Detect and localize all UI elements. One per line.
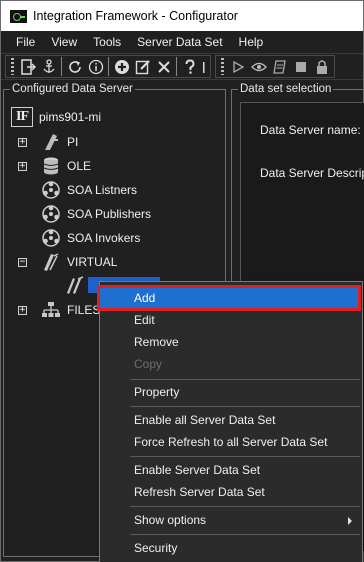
virtual-child-icon [64, 274, 86, 296]
soa-invoker-icon [40, 227, 62, 249]
menu-item-add[interactable]: Add [97, 285, 361, 311]
toolbar-overflow-icon[interactable] [201, 57, 207, 76]
submenu-arrow-icon [348, 517, 352, 525]
menu-item-enable-all-server-data-set[interactable]: Enable all Server Data Set [100, 409, 362, 431]
edit-icon[interactable] [133, 57, 152, 76]
app-window: Integration Framework - Configurator Fil… [0, 0, 364, 562]
tree-item-label: SOA Invokers [67, 231, 141, 245]
tree-item-virtual[interactable]: VIRTUAL [40, 251, 117, 273]
menu-tools[interactable]: Tools [85, 35, 129, 49]
menu-item-label: Enable all Server Data Set [134, 413, 276, 427]
tree-item-soa-invokers[interactable]: SOA Invokers [40, 227, 140, 249]
toolbar-grip[interactable] [221, 58, 224, 75]
menu-bar: File View Tools Server Data Set Help [1, 31, 363, 53]
tree-item-label: SOA Listners [67, 183, 138, 197]
menu-item-refresh-server-data-set[interactable]: Refresh Server Data Set [100, 481, 362, 503]
tree-item-label: VIRTUAL [67, 255, 118, 269]
tree-item-ole[interactable]: OLE [40, 155, 91, 177]
menu-item-enable-server-data-set[interactable]: Enable Server Data Set [100, 459, 362, 481]
menu-help[interactable]: Help [231, 35, 272, 49]
panel-title: Configured Data Server [10, 83, 135, 96]
menu-item-label: Security [134, 541, 178, 555]
menu-separator [130, 406, 360, 407]
tree-root[interactable]: IF pims901-mi [11, 106, 101, 128]
soa-publisher-icon [40, 203, 62, 225]
menu-item-property[interactable]: Property [100, 381, 362, 403]
virtual-icon [40, 251, 62, 273]
toolbar-separator [108, 57, 109, 76]
toolbar [1, 53, 363, 80]
delete-icon[interactable] [154, 57, 173, 76]
menu-view[interactable]: View [43, 35, 85, 49]
data-server-description-label: Data Server Descript [260, 166, 364, 180]
database-icon [40, 155, 62, 177]
app-icon [10, 9, 27, 23]
menu-item-copy[interactable]: Copy [100, 353, 362, 375]
menu-item-label: Show options [134, 513, 207, 527]
stop-icon[interactable] [291, 57, 310, 76]
tree-item-pi[interactable]: PI [40, 131, 78, 153]
menu-item-label: Enable Server Data Set [134, 463, 261, 477]
tree-root-label: pims901-mi [39, 110, 102, 124]
window-title: Integration Framework - Configurator [33, 9, 238, 23]
script-icon[interactable] [270, 57, 289, 76]
toolbar-group-run [215, 55, 335, 78]
expand-filesystem-toggle[interactable]: + [18, 306, 27, 315]
menu-file[interactable]: File [1, 35, 43, 49]
eye-icon[interactable] [249, 57, 268, 76]
pi-icon [40, 131, 62, 153]
add-icon[interactable] [112, 57, 131, 76]
filesystem-icon [40, 299, 62, 321]
menu-item-label: Property [134, 385, 180, 399]
menu-item-label: Refresh Server Data Set [134, 485, 265, 499]
toolbar-group-main [5, 55, 211, 78]
menu-item-label: Edit [134, 313, 155, 327]
tree-item-label: SOA Publishers [67, 207, 152, 221]
menu-separator [130, 456, 360, 457]
soa-listner-icon [40, 179, 62, 201]
toolbar-separator [176, 57, 177, 76]
menu-server-data-set[interactable]: Server Data Set [129, 35, 230, 49]
expand-pi-toggle[interactable]: + [18, 138, 27, 147]
help-icon[interactable] [180, 57, 199, 76]
anchor-icon[interactable] [39, 57, 58, 76]
context-menu: Add Edit Remove Copy Property Enable all… [97, 281, 363, 562]
play-icon[interactable] [228, 57, 247, 76]
tree-item-label: OLE [67, 159, 92, 173]
data-server-name-label: Data Server name: [260, 123, 361, 137]
menu-separator [130, 379, 360, 380]
tree-item-label: PI [67, 135, 79, 149]
tree-item-soa-publishers[interactable]: SOA Publishers [40, 203, 151, 225]
menu-separator [130, 534, 360, 535]
tree-item-soa-listners[interactable]: SOA Listners [40, 179, 137, 201]
toolbar-grip[interactable] [11, 58, 14, 75]
title-bar[interactable]: Integration Framework - Configurator [1, 1, 363, 31]
refresh-icon[interactable] [65, 57, 84, 76]
exit-icon[interactable] [18, 57, 37, 76]
menu-separator [130, 506, 360, 507]
menu-item-edit[interactable]: Edit [100, 309, 362, 331]
collapse-virtual-toggle[interactable]: − [18, 258, 27, 267]
expand-ole-toggle[interactable]: + [18, 162, 27, 171]
menu-item-label: Add [134, 291, 156, 305]
menu-item-security[interactable]: Security [100, 537, 362, 559]
menu-item-show-options[interactable]: Show options [100, 509, 362, 531]
lock-icon[interactable] [312, 57, 331, 76]
menu-item-label: Remove [134, 335, 179, 349]
menu-item-force-refresh-all[interactable]: Force Refresh to all Server Data Set [100, 431, 362, 453]
panel-title: Data set selection [238, 83, 334, 96]
info-icon[interactable] [86, 57, 105, 76]
toolbar-separator [61, 57, 62, 76]
menu-item-label: Force Refresh to all Server Data Set [134, 435, 328, 449]
menu-item-label: Copy [134, 357, 163, 371]
menu-item-remove[interactable]: Remove [100, 331, 362, 353]
integration-framework-logo: IF [11, 107, 33, 127]
